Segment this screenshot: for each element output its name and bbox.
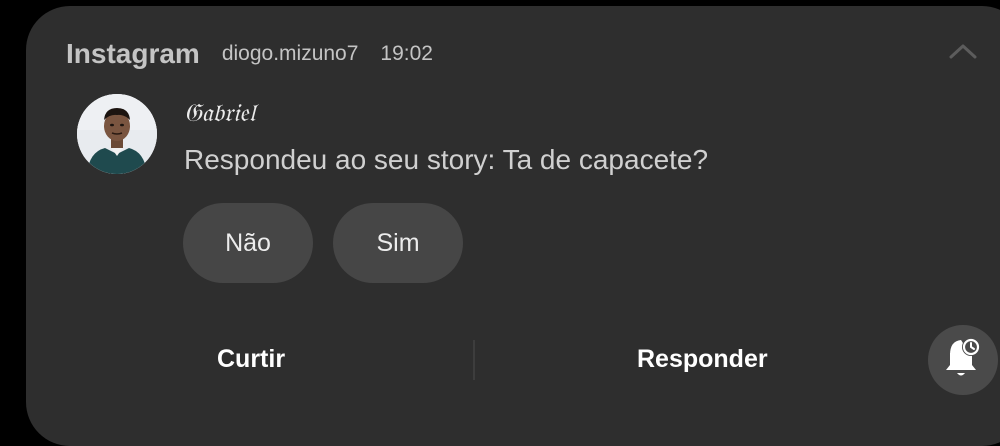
sender-name: 𝔊𝔞𝔟𝔯𝔦𝔢𝔩	[184, 98, 256, 127]
smart-reply-nao-button[interactable]: Não	[183, 203, 313, 283]
account-name: diogo.mizuno7	[221, 42, 359, 65]
notification-header: Instagram diogo.mizuno7 19:02	[66, 34, 433, 74]
reply-button[interactable]: Responder	[637, 338, 768, 380]
bell-clock-icon	[942, 335, 984, 386]
app-name: Instagram	[66, 38, 200, 69]
smart-reply-sim-button[interactable]: Sim	[333, 203, 463, 283]
notification-time: 19:02	[380, 42, 433, 65]
action-divider	[473, 340, 475, 380]
notification-message: Respondeu ao seu story: Ta de capacete?	[184, 144, 709, 175]
snooze-button[interactable]	[928, 325, 998, 395]
like-button[interactable]: Curtir	[217, 338, 285, 380]
chevron-up-icon[interactable]	[944, 36, 982, 66]
avatar	[77, 94, 157, 174]
